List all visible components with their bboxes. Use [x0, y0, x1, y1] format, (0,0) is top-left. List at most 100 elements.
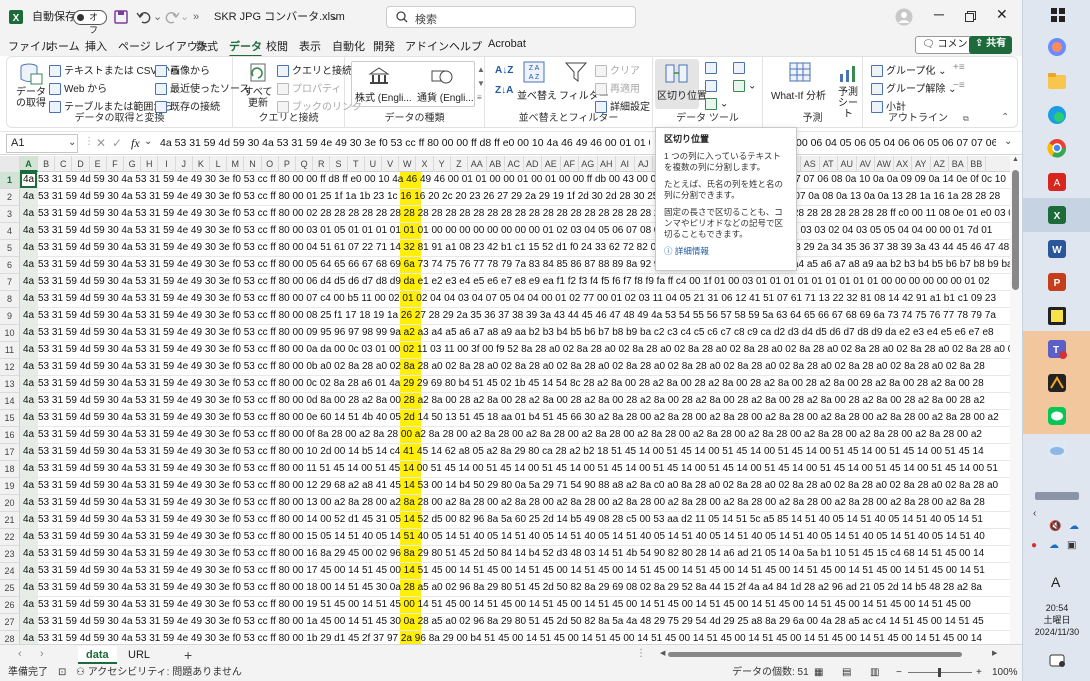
cell-a[interactable]: 4a — [20, 529, 37, 545]
column-header[interactable]: BA — [949, 156, 968, 172]
column-header[interactable]: R — [313, 156, 331, 172]
row-header[interactable]: 23 — [0, 546, 20, 563]
normal-view-icon[interactable]: ▦ — [814, 664, 823, 681]
teams-icon[interactable]: T — [1047, 339, 1067, 359]
row-cells[interactable]: 53 31 59 4d 59 30 4a 53 31 59 4e 49 30 3… — [38, 257, 1010, 273]
windows-start-icon[interactable] — [1051, 8, 1065, 22]
horizontal-scroll-thumb[interactable] — [668, 652, 962, 657]
cell-a[interactable]: 4a — [20, 597, 37, 613]
powerpoint-icon[interactable]: P — [1047, 272, 1067, 292]
row-header[interactable]: 6 — [0, 257, 20, 274]
cell-a[interactable]: 4a — [20, 325, 37, 341]
row-cells[interactable]: 53 31 59 4d 59 30 4a 53 31 59 4e 49 30 3… — [38, 308, 1010, 324]
row-cells[interactable]: 53 31 59 4d 59 30 4a 53 31 59 4e 49 30 3… — [38, 172, 1010, 188]
select-all-corner[interactable] — [0, 156, 20, 172]
currency-button[interactable]: 通貨 (Engli... — [417, 89, 474, 104]
row-cells[interactable]: 53 31 59 4d 59 30 4a 53 31 59 4e 49 30 3… — [38, 461, 1010, 477]
column-header[interactable]: A — [20, 156, 38, 172]
worksheet-grid[interactable]: A B C D E F G H I J K L M N O P Q R S T U V W X Y Z AA AB AC AD AE AF AG… — [0, 156, 1010, 644]
cell-a[interactable]: 4a — [20, 274, 37, 290]
column-header[interactable]: J — [176, 156, 193, 172]
cancel-icon[interactable]: ✕ — [96, 136, 106, 150]
next-sheet-icon[interactable]: › — [40, 648, 44, 660]
tab-home[interactable]: ホーム — [47, 38, 80, 54]
formula-input[interactable]: 4a 53 31 59 4d 59 30 4a 53 31 59 4e 49 3… — [160, 134, 650, 153]
tooltip-more-info-link[interactable]: ⓘ 詳細情報 — [664, 246, 788, 257]
cell-a[interactable]: 4a — [20, 240, 37, 256]
tab-data[interactable]: データ — [229, 38, 262, 58]
cloud-app-icon[interactable] — [1047, 440, 1067, 460]
row-cells[interactable]: 53 31 59 4d 59 30 4a 53 31 59 4e 49 30 3… — [38, 512, 1010, 528]
relationships-icon[interactable]: ⌄ — [733, 80, 756, 92]
row-header[interactable]: 17 — [0, 444, 20, 461]
zoom-out-icon[interactable]: − — [896, 664, 902, 681]
column-header[interactable]: N — [244, 156, 262, 172]
show-detail-icon[interactable]: +≡ — [953, 62, 965, 73]
gallery-up-icon[interactable]: ▲ — [477, 65, 485, 74]
row-header[interactable]: 28 — [0, 631, 20, 644]
row-cells[interactable]: 53 31 59 4d 59 30 4a 53 31 59 4e 49 30 3… — [38, 342, 1010, 358]
column-header[interactable]: E — [90, 156, 107, 172]
filename-chevron-icon[interactable]: ⌄ — [330, 9, 339, 25]
active-cell[interactable]: 4a — [20, 172, 37, 188]
app-butterfly-icon[interactable] — [1047, 373, 1067, 393]
macro-record-icon[interactable]: ⊡ — [58, 664, 66, 681]
tab-developer[interactable]: 開発 — [373, 38, 395, 54]
row-cells[interactable]: 53 31 59 4d 59 30 4a 53 31 59 4e 49 30 3… — [38, 478, 1010, 494]
row-cells[interactable]: 53 31 59 4d 59 30 4a 53 31 59 4e 49 30 3… — [38, 546, 1010, 562]
notification-icon[interactable] — [1049, 654, 1065, 668]
row-header[interactable]: 7 — [0, 274, 20, 291]
share-button[interactable]: ⇪ 共有 — [969, 36, 1013, 54]
row-header[interactable]: 20 — [0, 495, 20, 512]
row-header[interactable]: 1 — [0, 172, 20, 189]
save-icon[interactable] — [114, 10, 128, 24]
vertical-scrollbar[interactable]: ▲ — [1010, 156, 1022, 644]
clear-filter-button[interactable]: クリア — [595, 62, 640, 78]
cell-a[interactable]: 4a — [20, 563, 37, 579]
cell-a[interactable]: 4a — [20, 223, 37, 239]
queries-connections-button[interactable]: クエリと接続 — [277, 62, 352, 78]
row-cells[interactable]: 53 31 59 4d 59 30 4a 53 31 59 4e 49 30 3… — [38, 580, 1010, 596]
column-header[interactable]: AB — [487, 156, 505, 172]
from-picture-button[interactable]: 画像から — [155, 62, 210, 78]
column-header[interactable]: K — [193, 156, 210, 172]
sort-asc-icon[interactable]: A↓Z — [495, 65, 513, 76]
column-header[interactable]: AU — [838, 156, 857, 172]
column-header[interactable]: BB — [968, 156, 986, 172]
cell-a[interactable]: 4a — [20, 376, 37, 392]
chrome-icon[interactable] — [1047, 138, 1067, 158]
undo-icon[interactable] — [136, 10, 152, 24]
row-cells[interactable]: 53 31 59 4d 59 30 4a 53 31 59 4e 49 30 3… — [38, 223, 1010, 239]
column-header[interactable]: I — [158, 156, 176, 172]
reapply-button[interactable]: 再適用 — [595, 80, 640, 96]
column-header[interactable]: C — [55, 156, 73, 172]
page-layout-view-icon[interactable]: ▤ — [842, 664, 851, 681]
autosave-toggle[interactable]: オフ — [73, 10, 107, 35]
restore-icon[interactable] — [965, 11, 976, 22]
display-icon[interactable]: ▣ — [1067, 540, 1076, 551]
security-icon[interactable]: ● — [1031, 540, 1037, 551]
column-header[interactable]: T — [348, 156, 365, 172]
zoom-in-icon[interactable]: + — [976, 664, 982, 681]
row-cells[interactable]: 53 31 59 4d 59 30 4a 53 31 59 4e 49 30 3… — [38, 189, 1010, 205]
column-header[interactable]: Y — [434, 156, 451, 172]
cell-a[interactable]: 4a — [20, 461, 37, 477]
clock[interactable]: 20:54 土曜日 2024/11/30 — [1023, 602, 1090, 638]
scroll-left-icon[interactable]: ◀ — [660, 649, 665, 657]
what-if-button[interactable]: What-If 分析 — [771, 87, 826, 102]
cell-a[interactable]: 4a — [20, 189, 37, 205]
row-cells[interactable]: 53 31 59 4d 59 30 4a 53 31 59 4e 49 30 3… — [38, 614, 1010, 630]
row-cells[interactable]: 53 31 59 4d 59 30 4a 53 31 59 4e 49 30 3… — [38, 597, 1010, 613]
get-data-button[interactable]: データの取得 — [15, 87, 47, 109]
redo-icon[interactable] — [164, 10, 180, 24]
from-web-button[interactable]: Web から — [49, 80, 107, 96]
column-header[interactable]: W — [399, 156, 417, 172]
column-header[interactable]: AW — [875, 156, 894, 172]
accessibility-status[interactable]: ⚇ アクセシビリティ: 問題ありません — [76, 664, 242, 681]
row-cells[interactable]: 53 31 59 4d 59 30 4a 53 31 59 4e 49 30 3… — [38, 240, 1010, 256]
excel-taskbar-icon[interactable]: X — [1047, 205, 1067, 225]
column-header[interactable]: G — [124, 156, 142, 172]
row-header[interactable]: 13 — [0, 376, 20, 393]
onedrive-icon[interactable]: ☁ — [1069, 521, 1079, 532]
vertical-scroll-thumb[interactable] — [1012, 170, 1019, 290]
